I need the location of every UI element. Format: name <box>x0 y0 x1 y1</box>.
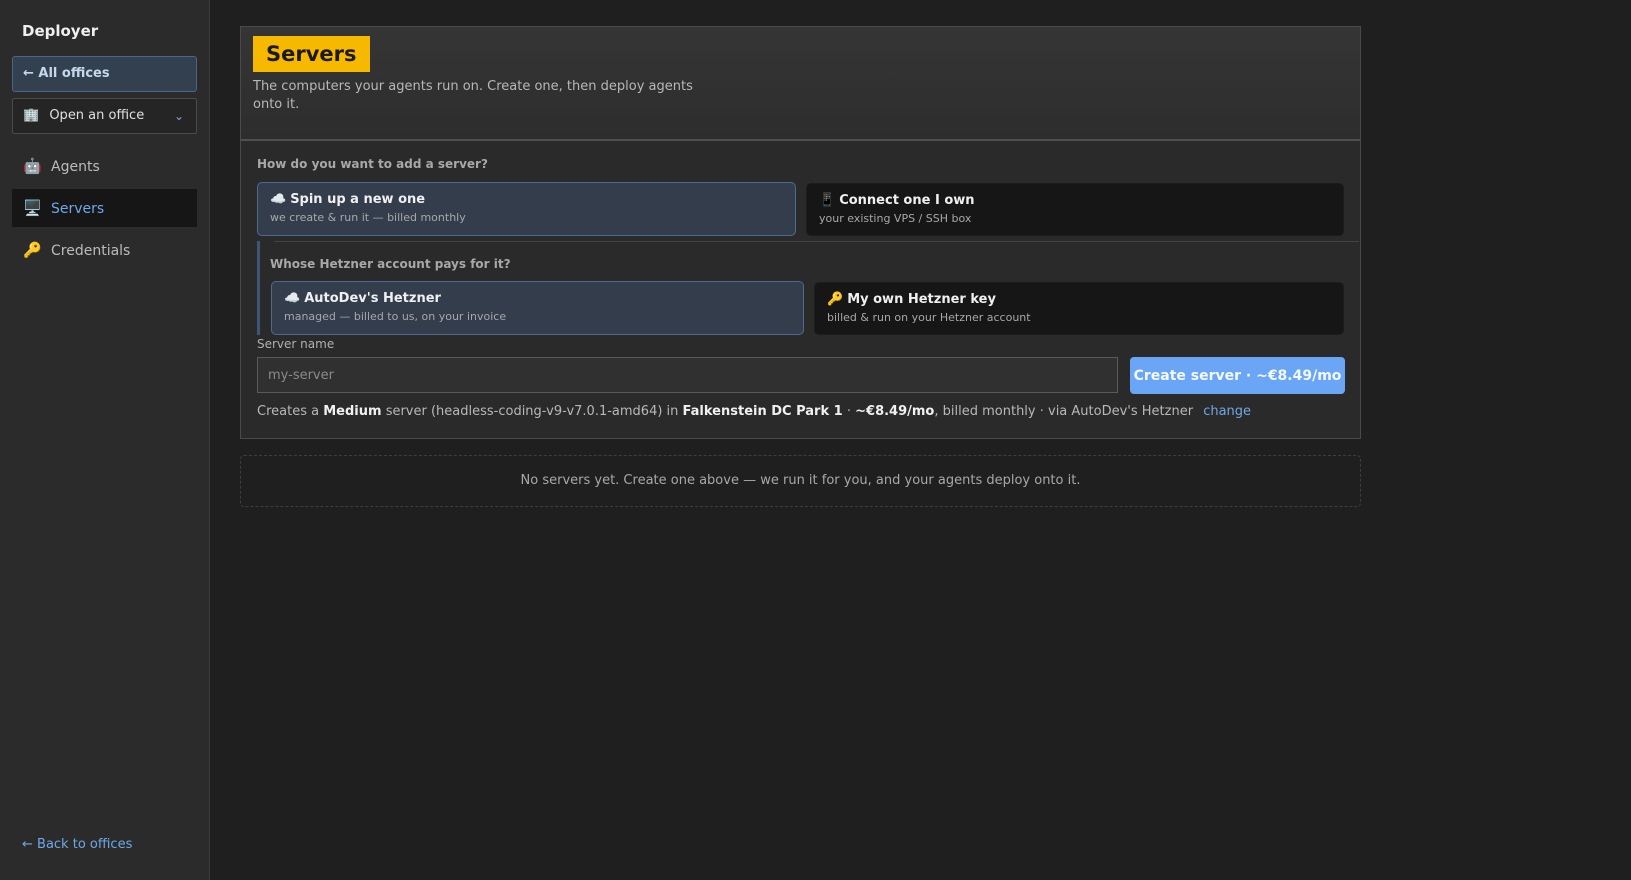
server-name-label: Server name <box>257 337 335 351</box>
option-subtitle: billed & run on your Hetzner account <box>827 311 1031 324</box>
option-subtitle: we create & run it — billed monthly <box>270 211 466 224</box>
sidebar-item-credentials[interactable]: 🔑 Credentials <box>12 231 197 269</box>
sidebar-item-label: Servers <box>51 201 105 217</box>
robot-icon: 🤖 <box>23 157 42 175</box>
option-autodev-hetzner[interactable]: ☁️ AutoDev's Hetzner managed — billed to … <box>271 281 804 335</box>
option-title: Spin up a new one <box>290 192 426 207</box>
mobile-phone-icon: 📱 <box>819 193 836 208</box>
office-select[interactable]: 🏢 Open an office ⌄ <box>12 98 197 134</box>
option-title: Connect one I own <box>839 193 975 208</box>
app-brand: Deployer <box>22 22 99 40</box>
section-divider <box>274 241 1359 242</box>
cloud-icon: ☁️ <box>284 291 301 306</box>
key-icon: 🔑 <box>827 292 844 307</box>
computer-icon: 🖥️ <box>23 199 42 217</box>
create-server-button[interactable]: Create server · ~€8.49/mo <box>1130 357 1345 394</box>
page-title: Servers <box>253 36 370 72</box>
chevron-down-icon: ⌄ <box>173 109 184 123</box>
summary-size: Medium <box>323 404 382 419</box>
page-subtitle: The computers your agents run on. Create… <box>253 79 693 112</box>
account-question: Whose Hetzner account pays for it? <box>270 257 511 271</box>
sidebar-item-label: Agents <box>51 159 100 175</box>
office-building-icon: 🏢 <box>23 108 40 123</box>
summary-billing: , billed monthly · via AutoDev's Hetzner <box>934 404 1194 419</box>
server-summary: Creates a Medium server (headless-coding… <box>257 404 1251 419</box>
empty-state: No servers yet. Create one above — we ru… <box>240 455 1361 507</box>
all-offices-button[interactable]: ← All offices <box>12 56 197 92</box>
option-title: My own Hetzner key <box>847 292 996 307</box>
subsection-indent-bar <box>257 241 260 335</box>
summary-location: Falkenstein DC Park 1 <box>682 404 843 419</box>
sidebar-item-servers[interactable]: 🖥️ Servers <box>12 189 197 227</box>
summary-image: server (headless-coding-v9-v7.0.1-amd64)… <box>385 404 679 419</box>
panel-header: Servers The computers your agents run on… <box>241 27 1360 141</box>
sidebar-item-label: Credentials <box>51 243 131 259</box>
cloud-icon: ☁️ <box>270 192 287 207</box>
sidebar: Deployer ← All offices 🏢 Open an office … <box>0 0 210 880</box>
option-own-hetzner-key[interactable]: 🔑 My own Hetzner key billed & run on your… <box>814 282 1344 335</box>
key-icon: 🔑 <box>23 241 42 259</box>
option-title: AutoDev's Hetzner <box>304 291 441 306</box>
option-subtitle: managed — billed to us, on your invoice <box>284 310 507 323</box>
summary-separator: · <box>846 404 851 419</box>
summary-text: Creates a <box>257 404 320 419</box>
server-name-input[interactable] <box>257 357 1118 393</box>
option-connect-own[interactable]: 📱 Connect one I own your existing VPS / S… <box>806 183 1344 236</box>
sidebar-item-agents[interactable]: 🤖 Agents <box>12 147 197 185</box>
change-link[interactable]: change <box>1203 404 1251 419</box>
summary-price: ~€8.49/mo <box>855 404 935 419</box>
option-spin-up-new[interactable]: ☁️ Spin up a new one we create & run it —… <box>257 182 796 236</box>
office-select-label: Open an office <box>49 108 145 123</box>
back-to-offices-link[interactable]: ← Back to offices <box>22 837 132 852</box>
add-method-question: How do you want to add a server? <box>257 157 488 171</box>
option-subtitle: your existing VPS / SSH box <box>819 212 972 225</box>
